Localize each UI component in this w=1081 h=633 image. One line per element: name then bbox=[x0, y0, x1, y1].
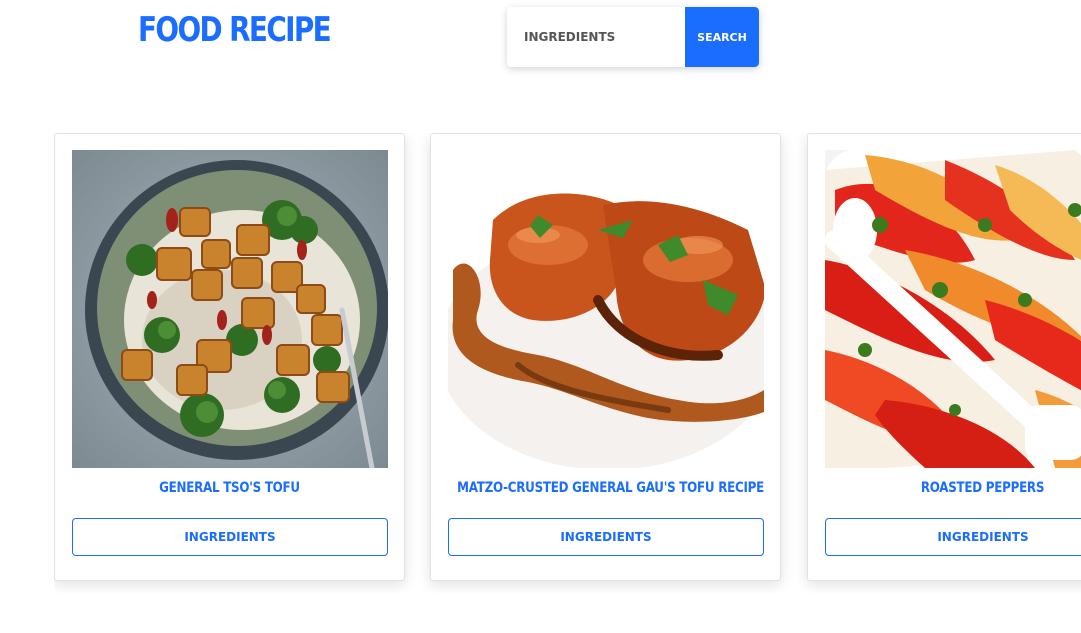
search-bar: SEARCH bbox=[507, 7, 759, 67]
ingredients-button[interactable]: INGREDIENTS bbox=[72, 518, 388, 556]
recipe-card: MATZO-CRUSTED GENERAL GAU'S TOFU RECIPE … bbox=[430, 133, 781, 581]
recipe-title: ROASTED PEPPERS bbox=[920, 480, 1045, 496]
recipe-card: ROASTED PEPPERS INGREDIENTS bbox=[807, 133, 1081, 581]
app-title: FOOD RECIPE bbox=[138, 10, 332, 50]
recipe-card: GENERAL TSO'S TOFU INGREDIENTS bbox=[54, 133, 405, 581]
ingredients-button[interactable]: INGREDIENTS bbox=[448, 518, 764, 556]
recipe-title: MATZO-CRUSTED GENERAL GAU'S TOFU RECIPE bbox=[457, 480, 764, 496]
search-input[interactable] bbox=[507, 7, 685, 67]
recipe-image bbox=[825, 150, 1081, 468]
recipe-title: GENERAL TSO'S TOFU bbox=[159, 480, 300, 496]
recipe-image bbox=[448, 150, 764, 468]
recipe-list: GENERAL TSO'S TOFU INGREDIENTS MATZO-CRU… bbox=[54, 133, 1081, 593]
ingredients-button[interactable]: INGREDIENTS bbox=[825, 518, 1081, 556]
recipe-image bbox=[72, 150, 388, 468]
search-button[interactable]: SEARCH bbox=[685, 7, 759, 67]
